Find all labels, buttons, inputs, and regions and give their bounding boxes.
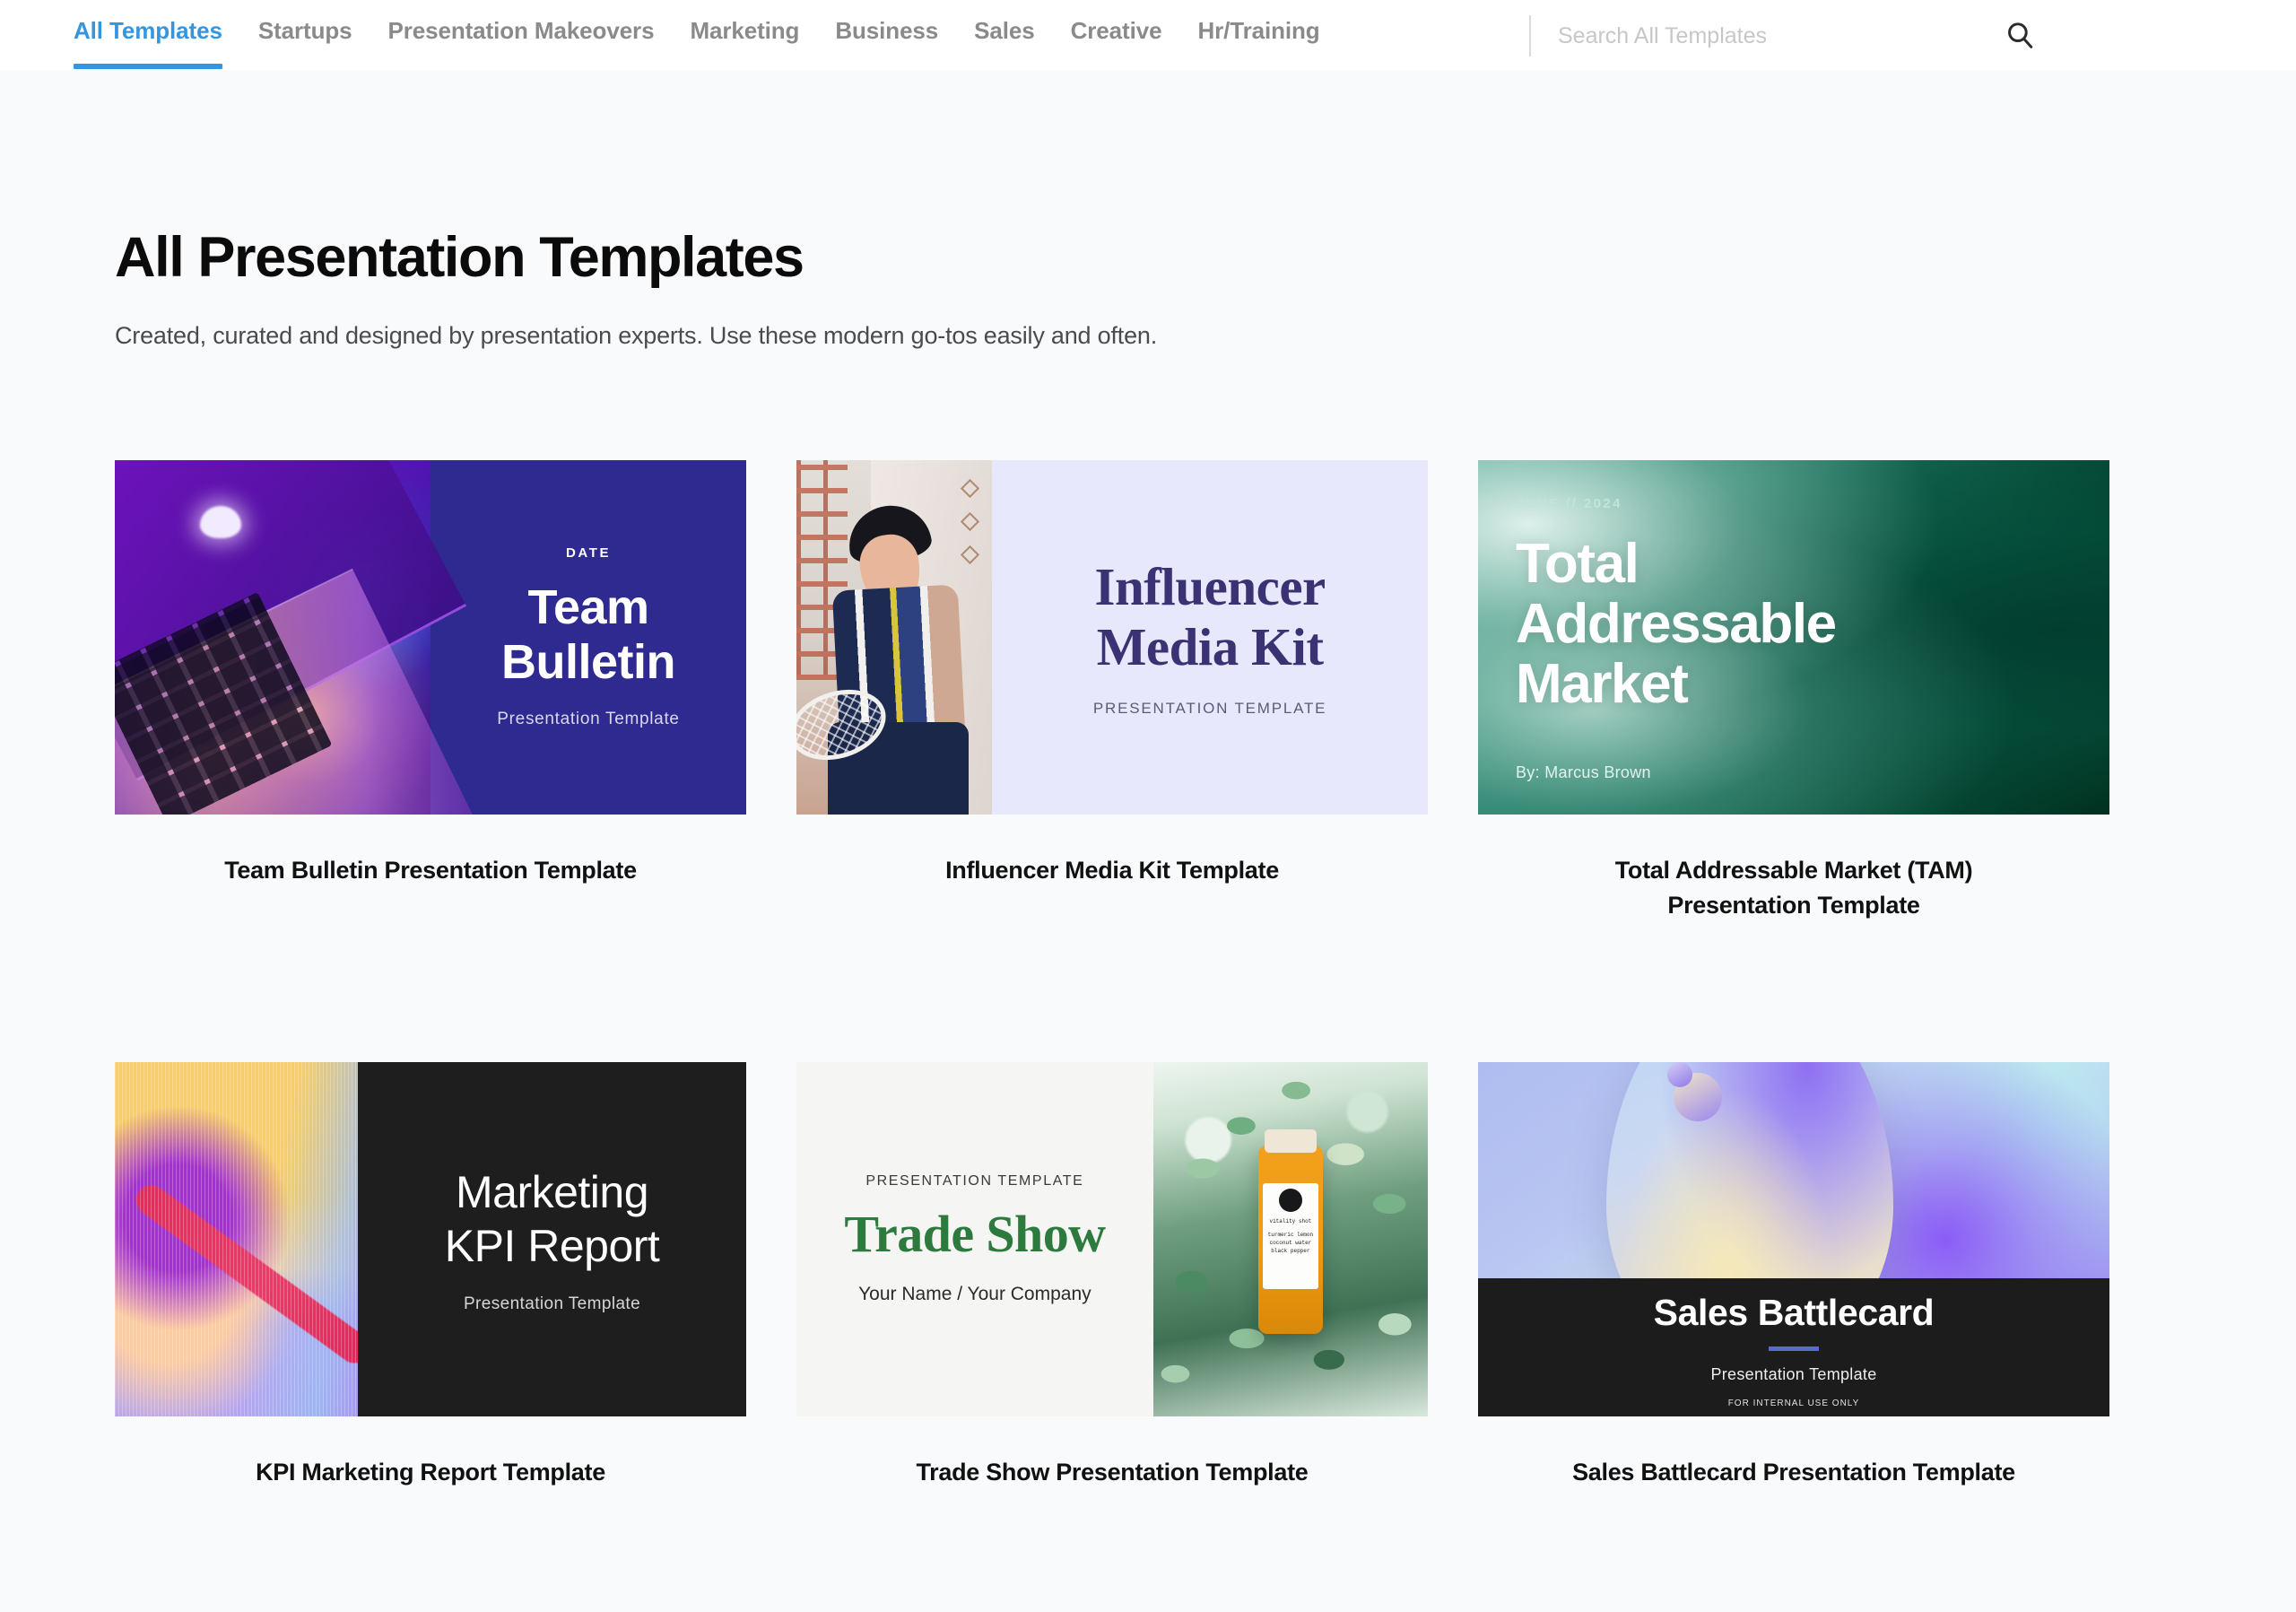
slide-subtitle: Presentation Template	[463, 1294, 641, 1313]
slide-text-block: DATE Team Bulletin Presentation Template	[430, 460, 746, 815]
tab-hr-training[interactable]: Hr/Training	[1179, 0, 1337, 45]
slide-title-line-2: Bulletin	[501, 635, 676, 689]
template-thumbnail[interactable]: Sales Battlecard Presentation Template F…	[1478, 1062, 2109, 1417]
slide-title-line-1: Team	[527, 579, 649, 634]
bottle-product-name: vitality shot	[1269, 1217, 1312, 1224]
template-card-label: Sales Battlecard Presentation Template	[1572, 1459, 2015, 1486]
tennis-player-photo	[796, 460, 993, 815]
slide-date: JUNE // 2024	[1516, 496, 1622, 511]
search-divider	[1529, 15, 1531, 57]
slide-title: Total Addressable Market	[1516, 533, 2109, 715]
page-body: All Presentation Templates Created, cura…	[0, 70, 2296, 1612]
gradient-bubble-art	[1478, 1062, 2109, 1279]
slide-title-line-1: Marketing	[456, 1166, 649, 1217]
tab-label: Startups	[257, 17, 352, 44]
template-card-trade-show[interactable]: PRESENTATION TEMPLATE Trade Show Your Na…	[796, 1062, 1428, 1490]
slide-text-block: Sales Battlecard Presentation Template F…	[1478, 1278, 2109, 1417]
slide-eyebrow: PRESENTATION TEMPLATE	[865, 1173, 1084, 1189]
bottle-label: vitality shot turmeric lemon coconut wat…	[1262, 1182, 1318, 1289]
tab-startups[interactable]: Startups	[240, 0, 370, 45]
slide-title: Team Bulletin	[501, 579, 676, 690]
search-area	[1529, 0, 2035, 70]
slide-subtitle: Presentation Template	[1710, 1365, 1877, 1384]
template-card-label: Team Bulletin Presentation Template	[224, 857, 637, 884]
slide-subtitle: PRESENTATION TEMPLATE	[1092, 699, 1327, 717]
bottle-shape: vitality shot turmeric lemon coconut wat…	[1257, 1128, 1323, 1334]
laptop-logo-glow	[200, 506, 242, 539]
template-thumbnail[interactable]: JUNE // 2024 Total Addressable Market By…	[1478, 460, 2109, 815]
wall-frames	[960, 478, 979, 581]
slide-text-block: Influencer Media Kit PRESENTATION TEMPLA…	[992, 460, 1428, 815]
search-input[interactable]	[1558, 22, 1988, 49]
tab-label: Sales	[974, 17, 1035, 44]
template-thumbnail[interactable]: DATE Team Bulletin Presentation Template	[115, 460, 746, 815]
accent-rule	[1769, 1346, 1819, 1352]
slide-title-line-2: Media Kit	[1096, 616, 1324, 676]
slide-title-line-3: Market	[1516, 652, 1689, 715]
tab-label: Presentation Makeovers	[387, 17, 655, 44]
template-card-label: Trade Show Presentation Template	[916, 1459, 1309, 1486]
slide-title: Influencer Media Kit	[1095, 557, 1326, 675]
tab-label: Creative	[1070, 17, 1162, 44]
slide-byline: By: Marcus Brown	[1516, 763, 1651, 781]
template-card-label: Influencer Media Kit Template	[945, 857, 1279, 884]
search-icon[interactable]	[2005, 20, 2035, 55]
tab-sales[interactable]: Sales	[956, 0, 1052, 45]
slide-title-line-2: Addressable	[1516, 592, 1837, 655]
vertical-stripe-overlay	[115, 1062, 359, 1417]
template-card-sales-battlecard[interactable]: Sales Battlecard Presentation Template F…	[1478, 1062, 2109, 1490]
abstract-gradient-art	[115, 1062, 359, 1417]
tab-marketing[interactable]: Marketing	[672, 0, 817, 45]
juice-bottle-photo: vitality shot turmeric lemon coconut wat…	[1152, 1062, 1428, 1417]
slide-title-line-1: Influencer	[1094, 557, 1326, 617]
tab-label: Marketing	[690, 17, 800, 44]
template-thumbnail[interactable]: PRESENTATION TEMPLATE Trade Show Your Na…	[796, 1062, 1428, 1417]
bottle-cap-shape	[1264, 1128, 1317, 1153]
bottle-ingredients: turmeric lemon coconut water black peppe…	[1267, 1231, 1314, 1254]
top-navigation-bar: All Templates Startups Presentation Make…	[0, 0, 2296, 70]
tab-business[interactable]: Business	[817, 0, 956, 45]
slide-byline: Your Name / Your Company	[858, 1284, 1091, 1305]
tab-label: Hr/Training	[1197, 17, 1320, 44]
brand-seal-icon	[1278, 1188, 1302, 1212]
template-grid-row-1: DATE Team Bulletin Presentation Template…	[0, 460, 2296, 923]
template-card-influencer-media-kit[interactable]: Influencer Media Kit PRESENTATION TEMPLA…	[796, 460, 1428, 923]
template-card-label-line-1: Total Addressable Market (TAM)	[1614, 857, 1973, 884]
large-sphere-shape	[1605, 1062, 1893, 1279]
slide-subtitle: Presentation Template	[497, 710, 680, 729]
slide-note: FOR INTERNAL USE ONLY	[1727, 1399, 1860, 1409]
template-card-team-bulletin[interactable]: DATE Team Bulletin Presentation Template…	[115, 460, 746, 923]
template-card-label: Total Addressable Market (TAM) Presentat…	[1478, 853, 2109, 923]
template-grid-row-2: Marketing KPI Report Presentation Templa…	[0, 1062, 2296, 1490]
slide-title-line-2: KPI Report	[444, 1220, 660, 1271]
tab-presentation-makeovers[interactable]: Presentation Makeovers	[370, 0, 673, 45]
template-card-total-addressable-market[interactable]: JUNE // 2024 Total Addressable Market By…	[1478, 460, 2109, 923]
template-card-label-line-2: Presentation Template	[1667, 892, 1920, 919]
category-tab-list: All Templates Startups Presentation Make…	[0, 0, 1338, 69]
template-thumbnail[interactable]: Marketing KPI Report Presentation Templa…	[115, 1062, 746, 1417]
template-card-kpi-marketing-report[interactable]: Marketing KPI Report Presentation Templa…	[115, 1062, 746, 1490]
page-title: All Presentation Templates	[115, 226, 804, 289]
template-card-label: KPI Marketing Report Template	[256, 1459, 605, 1486]
active-tab-indicator	[74, 64, 222, 69]
slide-text-block: Marketing KPI Report Presentation Templa…	[358, 1062, 746, 1416]
slide-text-block: PRESENTATION TEMPLATE Trade Show Your Na…	[796, 1062, 1153, 1416]
slide-date: DATE	[565, 545, 612, 561]
slide-title: Trade Show	[844, 1205, 1106, 1264]
tab-label: All Templates	[74, 17, 222, 44]
slide-title-line-1: Total	[1516, 533, 1639, 595]
template-thumbnail[interactable]: Influencer Media Kit PRESENTATION TEMPLA…	[796, 460, 1428, 815]
page-header: All Presentation Templates Created, cura…	[0, 70, 2296, 350]
tab-all-templates[interactable]: All Templates	[56, 0, 240, 69]
page-subtitle: Created, curated and designed by present…	[115, 322, 1158, 349]
slide-title: Sales Battlecard	[1653, 1292, 1935, 1334]
laptop-photo	[115, 460, 474, 815]
slide-title: Marketing KPI Report	[445, 1165, 660, 1273]
tab-label: Business	[835, 17, 939, 44]
tab-creative[interactable]: Creative	[1053, 0, 1180, 45]
